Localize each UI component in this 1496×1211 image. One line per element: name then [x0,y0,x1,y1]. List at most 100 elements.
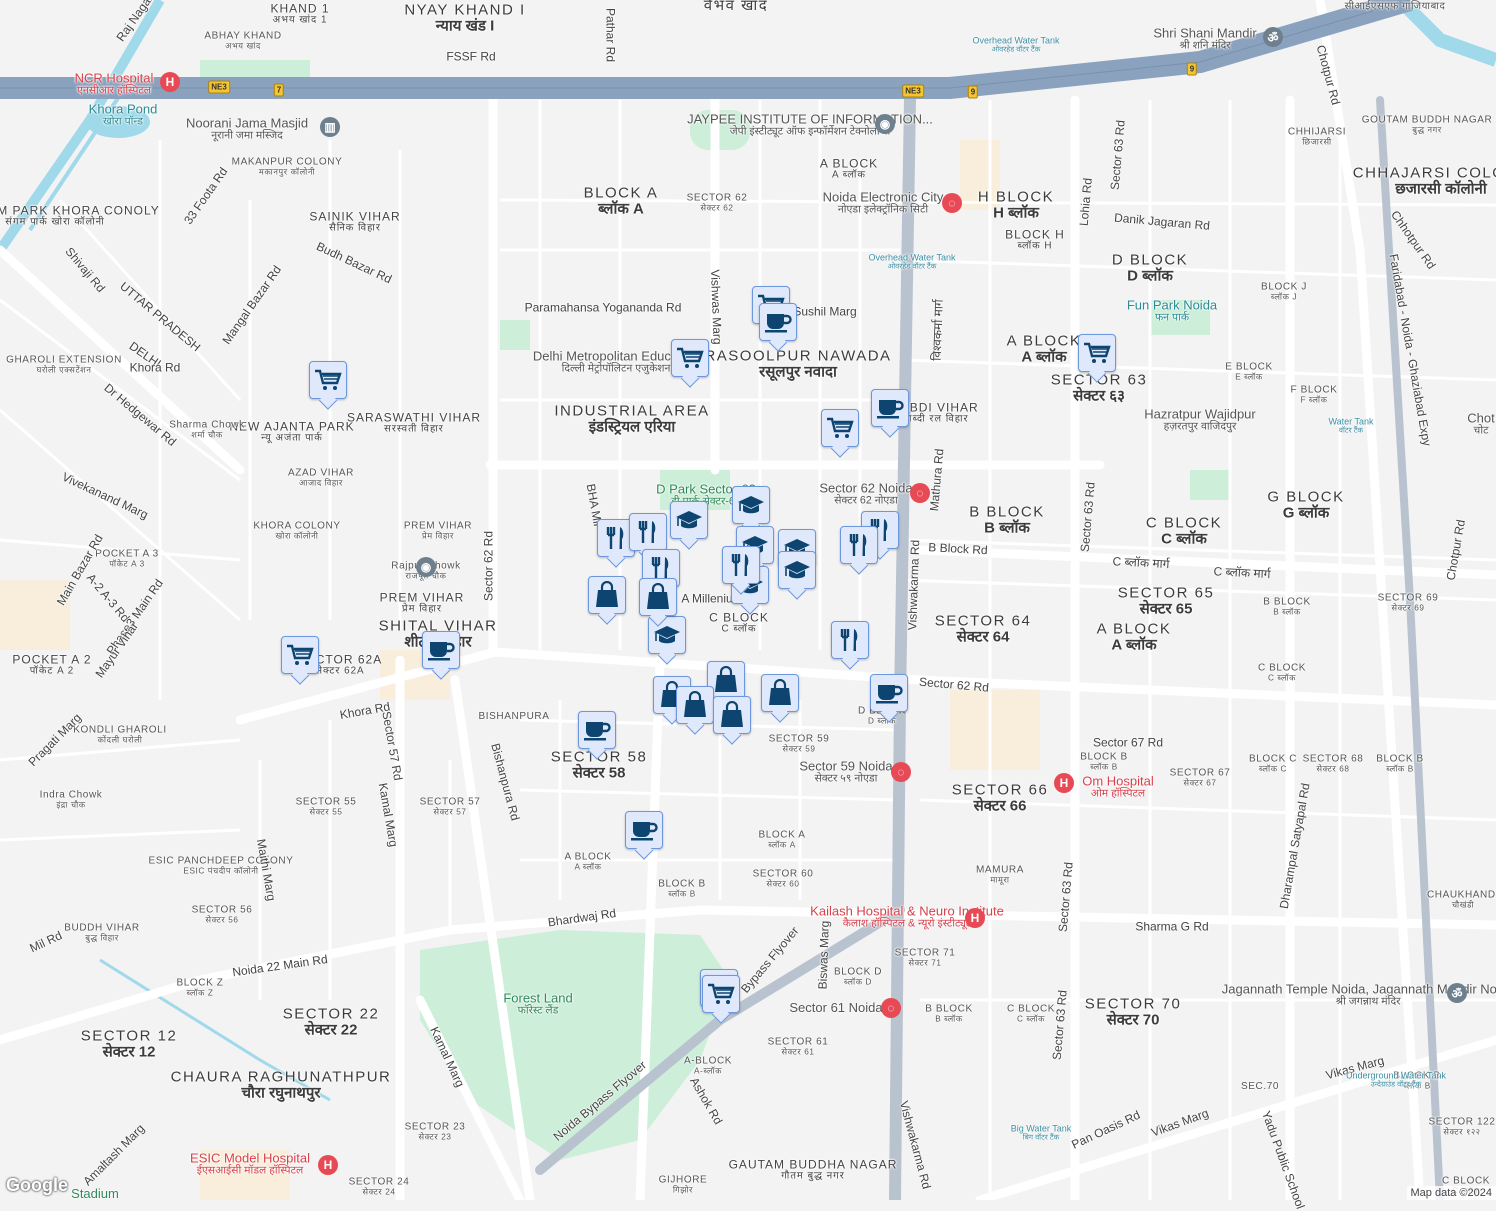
area-label-en: A BLOCK [565,851,612,862]
place-icon[interactable]: ◌ [881,998,901,1018]
marker-shopping-bag[interactable] [761,674,799,712]
area-label: SECTOR 12सेक्टर 12 [81,1028,178,1060]
poi-label[interactable]: वैभव खांद [704,0,769,14]
marker-graduation-cap[interactable] [778,551,816,589]
poi-label[interactable]: Stadium [71,1187,119,1201]
area-label-hi: चौखंडी [1427,901,1496,910]
poi-label[interactable]: Khora Pondखोरा पॉन्ड [89,103,158,128]
marker-coffee[interactable] [422,631,460,669]
place-icon[interactable]: ◉ [875,114,895,134]
marker-shopping-bag[interactable] [713,696,751,734]
area-label: C BLOCKC ब्लॉक [709,612,769,635]
marker-coffee[interactable] [625,811,663,849]
marker-shopping-bag[interactable] [639,578,677,616]
shopping-bag-icon [713,666,739,694]
marker-restaurant[interactable] [722,546,760,584]
area-label-en: B BLOCK [969,503,1045,520]
marker-restaurant[interactable] [840,526,878,564]
poi-label[interactable]: Overhead Water Tankओवरहेड वॉटर टैंक [972,36,1059,53]
area-label: G BLOCKG ब्लॉक [1267,489,1344,521]
poi-label[interactable]: JAYPEE INSTITUTE OF INFORMATION...जेपी इ… [687,113,933,138]
marker-shopping-cart[interactable] [281,636,319,674]
marker-graduation-cap[interactable] [670,501,708,539]
poi-label[interactable]: Chotचोट [1467,412,1494,437]
coffee-icon [875,681,903,705]
marker-shopping-cart[interactable] [309,361,347,399]
marker-restaurant[interactable] [629,513,667,551]
place-icon[interactable]: ◉ [416,557,436,577]
poi-label[interactable]: NCR Hospitalएनसीआर हॉस्पिटल [75,72,154,97]
poi-name-hi: ईएसआईसी मॉडल हॉस्पिटल [190,1165,310,1176]
area-label-en: SAINIK VIHAR [309,210,400,224]
place-icon[interactable]: ◌ [942,193,962,213]
poi-label[interactable]: Big Water Tankबिग वॉटर टैंक [1011,1124,1072,1141]
area-label: B BLOCKB ब्लॉक [925,1004,973,1023]
area-label: KHAND 1अभय खांद 1 [270,3,329,26]
poi-label[interactable]: Sector 62 Noidaसेक्टर 62 नोएडा [819,482,912,507]
marker-shopping-bag[interactable] [588,576,626,614]
area-label-hi: मामूरा [976,876,1024,885]
area-label-en: A BLOCK [1007,332,1082,349]
poi-label[interactable]: Noida Electronic Cityनोएडा इलेक्ट्रॉनिक … [823,191,944,216]
marker-shopping-cart[interactable] [1078,334,1116,372]
place-icon[interactable]: ▥ [320,117,340,137]
area-label-en: GHAROLI EXTENSION [6,354,122,365]
area-label-hi: C ब्लॉक [709,624,769,634]
poi-label[interactable]: Om Hospitalओम हॉस्पिटल [1082,775,1154,800]
map-attribution[interactable]: Map data ©2024 [1407,1186,1496,1200]
marker-restaurant[interactable] [831,621,869,659]
poi-label[interactable]: Noorani Jama Masjidनूरानी जमा मस्जिद [186,117,308,142]
marker-shopping-bag[interactable] [676,686,714,724]
poi-label[interactable]: Shri Shani Mandirश्री शनि मंदिर [1153,27,1256,52]
area-label-hi: ब्लॉक A [584,201,659,217]
shopping-cart-icon [676,346,704,370]
area-label: GOUTAM BUDDH NAGARबुद्ध नगर [1362,115,1493,134]
shopping-bag-icon [682,691,708,719]
hospital-icon[interactable]: H [318,1155,338,1175]
area-label-hi: ब्लॉक Z [177,989,224,998]
poi-label[interactable]: ESIC Model Hospitalईएसआईसी मॉडल हॉस्पिटल [190,1152,310,1177]
shopping-cart-icon [286,643,314,667]
road-label: Khora Rd [130,362,181,375]
hospital-icon[interactable]: H [965,908,985,928]
marker-coffee[interactable] [870,674,908,712]
area-label-en: SECTOR 61 [768,1036,829,1047]
area-label-hi: A ब्लॉक [565,863,612,872]
area-label-hi: ब्लॉक D [834,978,882,987]
area-label-en: SECTOR 12 [81,1027,178,1044]
marker-coffee[interactable] [759,303,797,341]
poi-label[interactable]: सीआईएसएफ गाजियाबाद [1345,2,1446,13]
area-label-en: SECTOR 67 [1170,767,1231,778]
poi-label[interactable]: Sector 61 Noida [789,1001,882,1015]
marker-shopping-cart[interactable] [702,975,740,1013]
poi-label[interactable]: Overhead Water Tankओवरहेड वॉटर टैंक [868,253,955,270]
marker-graduation-cap[interactable] [732,486,770,524]
poi-label[interactable]: Sector 59 Noidaसेक्टर ५९ नोएडा [799,760,892,785]
marker-shopping-cart[interactable] [671,339,709,377]
area-label-en: BUDDH VIHAR [64,922,140,933]
place-icon[interactable]: ॐ [1447,983,1467,1003]
area-label-hi: रसूलपुर नवादा [704,364,891,380]
place-icon[interactable]: ॐ [1263,27,1283,47]
hospital-icon[interactable]: H [1054,773,1074,793]
place-icon[interactable]: ◌ [891,762,911,782]
road-label: Biswas Marg [817,920,832,989]
road-label: Vishwakarma Rd [906,540,922,631]
poi-label[interactable]: Indra Chowkइंद्रा चौक [40,790,103,809]
poi-name: Sharma Chowk [169,419,245,430]
area-label: A BLOCKA ब्लॉक [1007,333,1082,365]
area-label-hi: ब्लॉक B [1376,765,1424,774]
poi-label[interactable]: Fun Park Noidaफन पार्क [1127,299,1217,324]
hospital-icon[interactable]: H [160,72,180,92]
poi-label[interactable]: Water Tankवॉटर टैंक [1328,417,1373,434]
marker-shopping-cart[interactable] [821,409,859,447]
shopping-cart-icon [1083,341,1111,365]
marker-coffee[interactable] [871,389,909,427]
poi-label[interactable]: Underground Water Tankउन्देग्राउंड वॉटर … [1346,1071,1446,1088]
area-label: SECTOR 56सेक्टर 56 [192,905,253,924]
marker-coffee[interactable] [578,711,616,749]
road-label: Sharma G Rd [1135,921,1208,934]
place-icon[interactable]: ◌ [910,483,930,503]
poi-label[interactable]: Forest Landफॉरेस्ट लैंड [503,992,572,1017]
poi-label[interactable]: Sharma Chowkशर्मा चौक [169,420,245,439]
